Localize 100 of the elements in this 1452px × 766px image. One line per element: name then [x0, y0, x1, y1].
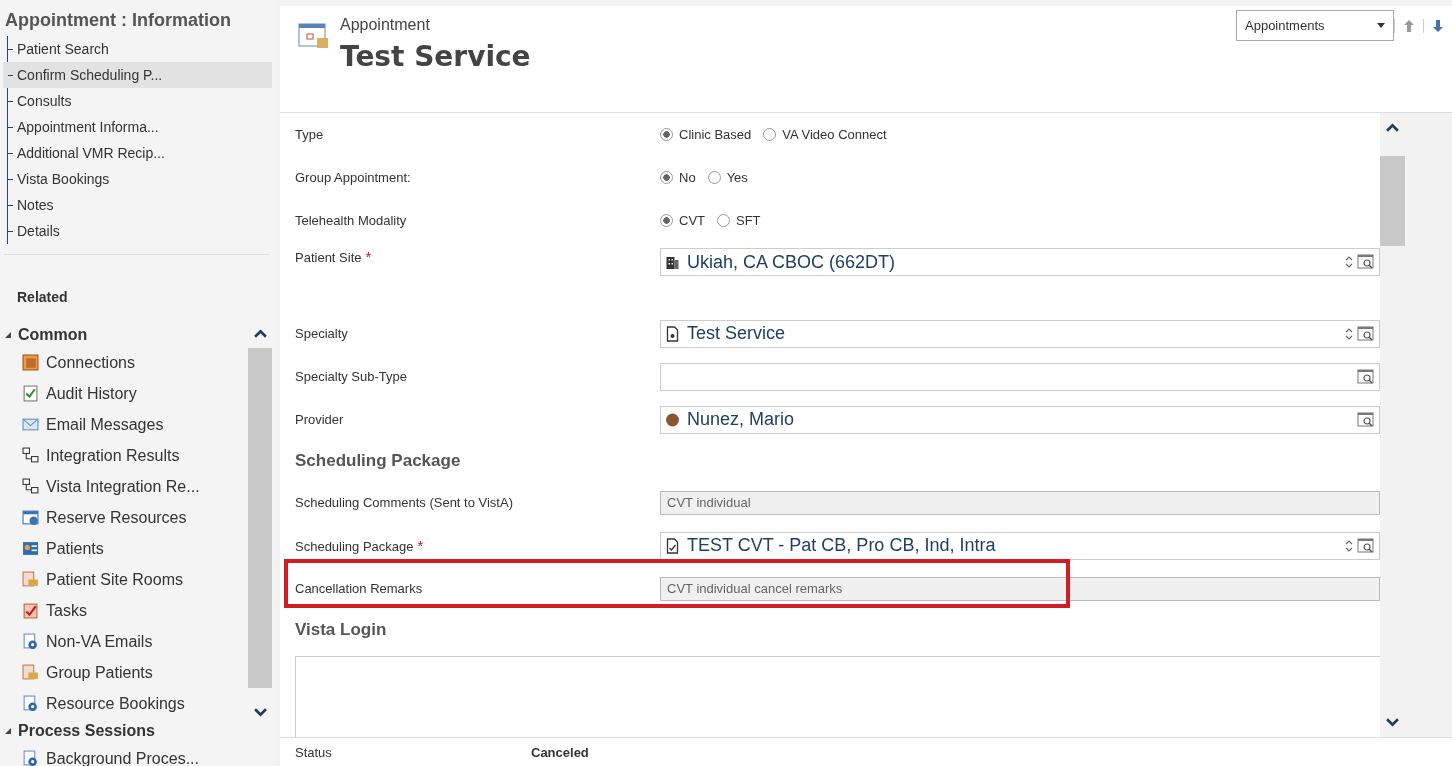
folder-icon [22, 664, 39, 681]
lookup-icon[interactable] [1357, 537, 1375, 554]
view-dropdown[interactable]: Appointments [1236, 10, 1394, 41]
lookup-value[interactable]: Test Service [687, 323, 786, 344]
scrollbar-thumb[interactable] [248, 348, 272, 688]
lookup-icon[interactable] [1357, 411, 1375, 428]
related-item[interactable]: Non-VA Emails [46, 632, 153, 651]
document-icon [665, 537, 680, 554]
expanded-icon[interactable] [4, 331, 12, 339]
entity-label: Appointment [340, 16, 431, 35]
required-asterisk: * [365, 248, 372, 265]
field-label: Specialty Sub-Type [295, 369, 408, 384]
sidebar-title: Appointment : Information [4, 10, 232, 32]
lookup-icon[interactable] [1357, 254, 1375, 270]
lookup-field[interactable]: TEST CVT - Pat CB, Pro CB, Ind, Intra [660, 531, 1380, 560]
checklist-icon [22, 385, 39, 402]
related-item[interactable]: Patients [46, 539, 104, 558]
group-heading[interactable]: Common [18, 326, 88, 344]
related-item[interactable]: Audit History [46, 384, 137, 403]
scrollbar-thumb[interactable] [1380, 156, 1405, 246]
lookup-value[interactable]: Ukiah, CA CBOC (662DT) [687, 251, 896, 273]
related-heading: Related [17, 289, 69, 307]
radio-label: Yes [726, 170, 748, 185]
lookup-field[interactable] [660, 362, 1380, 391]
contact-card-icon [22, 540, 39, 557]
nav-item[interactable]: Vista Bookings [8, 166, 272, 192]
record-title: Test Service [340, 40, 531, 73]
gear-document-icon [22, 633, 39, 650]
field-label: Specialty [295, 326, 349, 341]
field-label: Type [295, 127, 325, 142]
field-label: Cancellation Remarks [295, 581, 424, 596]
network-icon [22, 447, 39, 464]
related-item[interactable]: Tasks [46, 601, 87, 620]
nav-item[interactable]: Appointment Informa... [8, 114, 272, 140]
clipboard-icon [22, 602, 39, 619]
expanded-icon[interactable] [4, 727, 12, 735]
scroll-up-icon[interactable] [1386, 123, 1399, 132]
gear-document-icon [22, 695, 39, 712]
field-label: Group Appointment: [295, 170, 412, 185]
field-label: Patient Site * [295, 248, 373, 265]
status-label: Status [294, 744, 333, 760]
text-field[interactable]: CVT individual [660, 490, 1380, 515]
related-item[interactable]: Reserve Resources [46, 508, 187, 527]
lookup-value[interactable]: TEST CVT - Pat CB, Pro CB, Ind, Intra [687, 535, 996, 556]
field-label: Provider [295, 412, 345, 427]
status-value: Canceled [531, 744, 589, 760]
section-heading: Vista Login [295, 619, 388, 641]
envelope-icon [22, 416, 39, 433]
field-label: Telehealth Modality [295, 213, 408, 228]
lookup-field[interactable]: Nunez, Mario [660, 405, 1380, 434]
related-item[interactable]: Resource Bookings [46, 694, 185, 713]
related-item[interactable]: Connections [46, 353, 135, 372]
required-asterisk: * [417, 537, 424, 554]
nav-item[interactable]: Consults [8, 88, 272, 114]
radio-label: SFT [736, 213, 761, 228]
radio-button[interactable] [660, 171, 673, 184]
nav-item[interactable]: Confirm Scheduling P... [3, 62, 272, 88]
scroll-up-icon[interactable] [253, 329, 267, 338]
radio-button[interactable] [660, 214, 673, 227]
related-item[interactable]: Patient Site Rooms [46, 570, 183, 589]
calendar-icon [22, 509, 39, 526]
section-heading: Scheduling Package [295, 450, 462, 472]
lookup-icon[interactable] [1357, 325, 1375, 342]
scroll-down-icon[interactable] [1386, 718, 1399, 727]
network-icon [22, 478, 39, 495]
radio-label: VA Video Connect [782, 127, 887, 142]
caret-icon [1377, 23, 1385, 28]
lookup-icon[interactable] [1357, 368, 1375, 385]
radio-button[interactable] [707, 171, 721, 184]
nav-item[interactable]: Additional VMR Recip... [8, 140, 272, 166]
field-label: Scheduling Package * [295, 537, 425, 554]
related-item[interactable]: Integration Results [46, 446, 180, 465]
lookup-field[interactable]: Ukiah, CA CBOC (662DT) [660, 248, 1380, 276]
field-label: Scheduling Comments (Sent to VistA) [295, 495, 514, 510]
group-heading[interactable]: Process Sessions [18, 722, 155, 740]
document-icon [665, 325, 680, 342]
lookup-value[interactable]: Nunez, Mario [687, 409, 795, 430]
calendar-icon [298, 22, 330, 50]
radio-button[interactable] [660, 128, 673, 141]
sort-arrows-icon[interactable] [1345, 326, 1353, 341]
text-field[interactable]: CVT individual cancel remarks [660, 576, 1380, 601]
radio-button[interactable] [717, 214, 730, 227]
folder-icon [22, 571, 39, 588]
person-icon [665, 411, 680, 428]
nav-item[interactable]: Details [8, 218, 272, 244]
building-icon [665, 254, 680, 270]
radio-label: CVT [679, 213, 705, 228]
scroll-down-icon[interactable] [253, 708, 267, 717]
radio-button[interactable] [763, 128, 777, 141]
related-item[interactable]: Group Patients [46, 663, 153, 682]
sort-arrows-icon[interactable] [1345, 255, 1353, 269]
sort-arrows-icon[interactable] [1345, 538, 1353, 553]
radio-label: Clinic Based [679, 127, 752, 142]
nav-item[interactable]: Notes [8, 192, 272, 218]
related-item[interactable]: Email Messages [46, 415, 164, 434]
nav-item[interactable]: Patient Search [8, 36, 272, 62]
lookup-field[interactable]: Test Service [660, 319, 1380, 348]
related-item[interactable]: Vista Integration Re... [46, 477, 200, 496]
scrollbar[interactable] [1380, 113, 1405, 737]
related-item[interactable]: Background Proces... [46, 749, 199, 766]
